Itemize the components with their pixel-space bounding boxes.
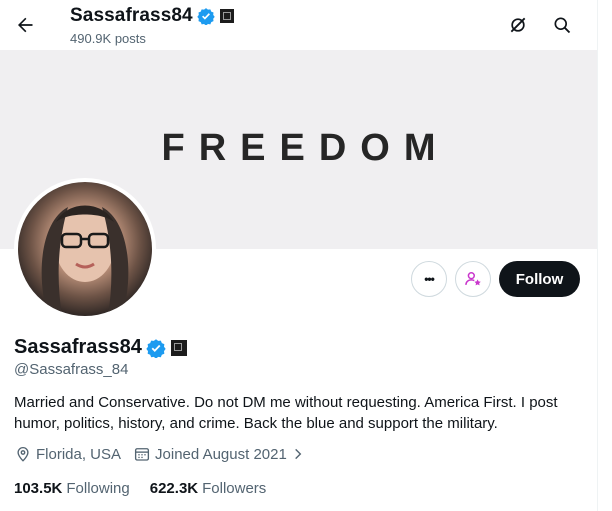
header-title-row: Sassafrass84 bbox=[70, 5, 234, 27]
banner-text: FREEDOM bbox=[161, 127, 450, 169]
top-bar: Sassafrass84 490.9K posts bbox=[0, 0, 597, 50]
grok-button[interactable] bbox=[502, 9, 534, 41]
followers-label: Followers bbox=[202, 480, 267, 497]
location-text: Florida, USA bbox=[36, 445, 122, 463]
follow-stats: 103.5K Following 622.3K Followers bbox=[14, 480, 286, 497]
posts-count: 490.9K posts bbox=[70, 31, 146, 46]
back-arrow-icon bbox=[18, 17, 33, 33]
display-name: Sassafrass84 bbox=[14, 336, 142, 358]
avatar-image bbox=[18, 182, 152, 316]
following-link[interactable]: 103.5K Following bbox=[14, 480, 130, 497]
following-count: 103.5K bbox=[14, 480, 63, 497]
followers-link[interactable]: 622.3K Followers bbox=[150, 480, 267, 497]
handle: @Sassafrass_84 bbox=[14, 361, 129, 378]
join-date[interactable]: Joined August 2021 bbox=[133, 445, 309, 463]
grok-icon bbox=[510, 17, 526, 33]
search-icon bbox=[554, 17, 571, 34]
location-icon bbox=[17, 447, 29, 462]
more-icon: ••• bbox=[424, 272, 435, 286]
location: Florida, USA bbox=[14, 445, 121, 463]
scrollbar[interactable] bbox=[597, 0, 612, 511]
following-label: Following bbox=[66, 480, 130, 497]
verified-badge-icon[interactable] bbox=[146, 338, 166, 358]
header-title: Sassafrass84 bbox=[70, 5, 193, 26]
followers-count: 622.3K bbox=[149, 480, 199, 497]
more-button[interactable]: ••• bbox=[411, 261, 447, 297]
avatar[interactable] bbox=[14, 178, 156, 320]
verified-badge-icon bbox=[197, 7, 215, 25]
flag-icon bbox=[219, 9, 234, 23]
display-name-row: Sassafrass84 bbox=[14, 336, 187, 359]
subscribe-icon bbox=[465, 272, 481, 286]
bio: Married and Conservative. Do not DM me w… bbox=[14, 394, 558, 432]
join-date-text: Joined August 2021 bbox=[155, 445, 287, 463]
search-button[interactable] bbox=[546, 9, 578, 41]
chevron-right-icon bbox=[294, 448, 302, 460]
profile-meta: Florida, USA Joined August 2021 bbox=[14, 445, 321, 463]
back-button[interactable] bbox=[9, 9, 41, 41]
follow-button[interactable]: Follow bbox=[499, 261, 580, 297]
calendar-icon bbox=[134, 448, 150, 461]
flag-icon[interactable] bbox=[170, 339, 187, 356]
subscribe-button[interactable] bbox=[455, 261, 491, 297]
